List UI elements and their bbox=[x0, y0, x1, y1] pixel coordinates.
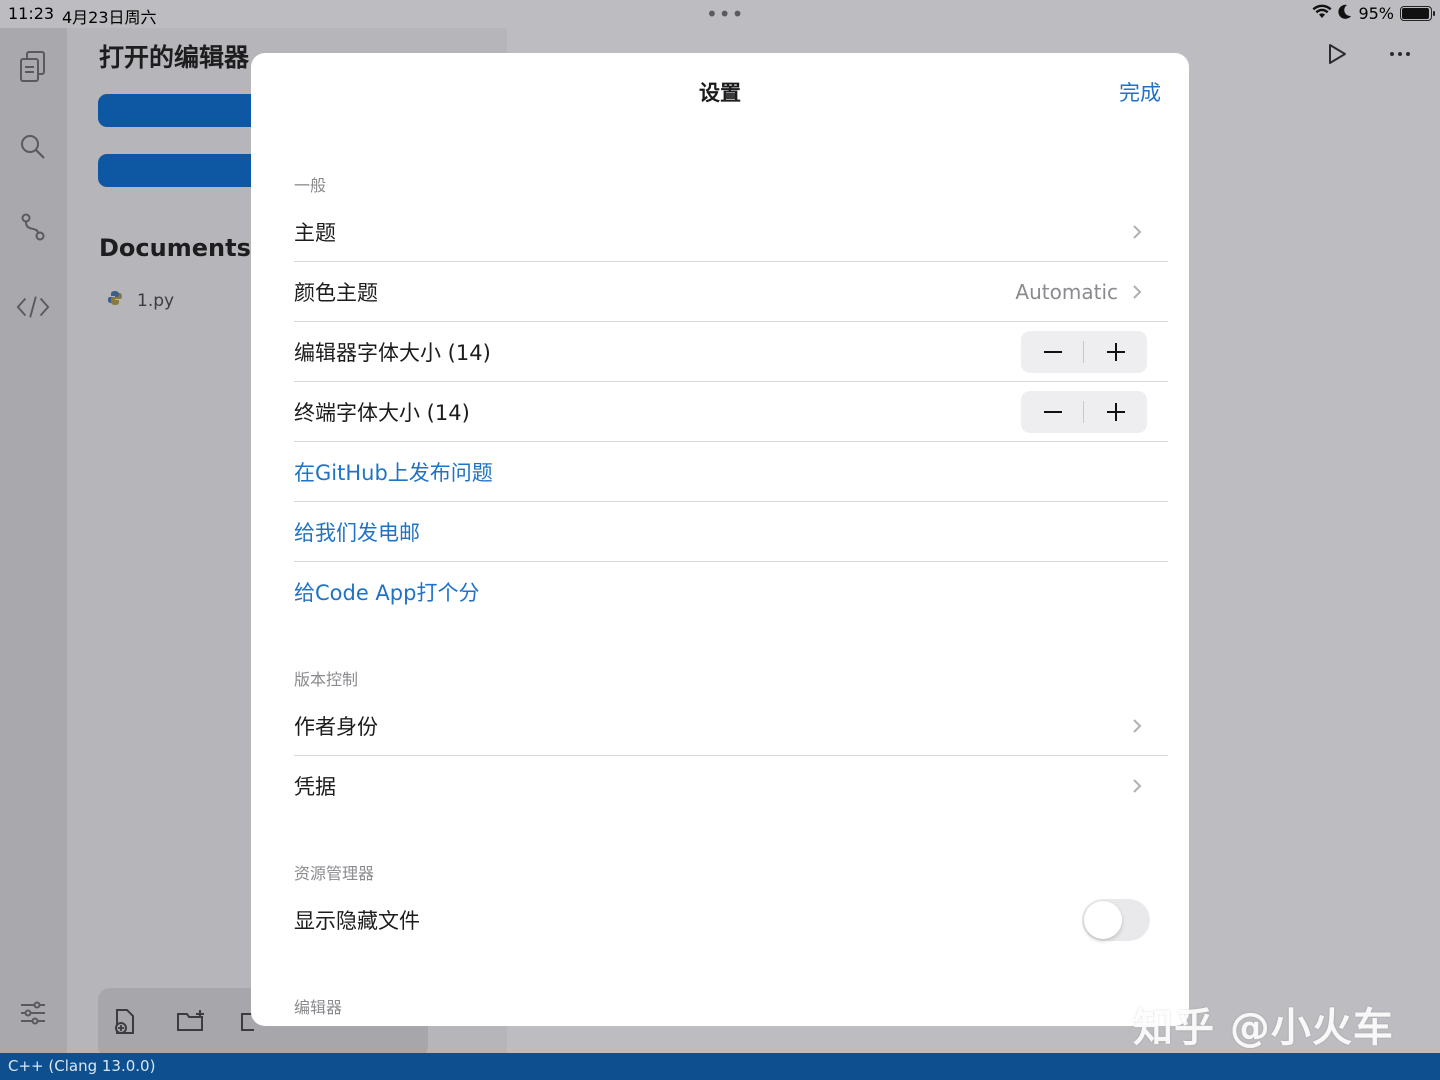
source-control-icon[interactable] bbox=[16, 210, 50, 244]
editor-font-size-label: 编辑器字体大小 (14) bbox=[294, 341, 491, 365]
status-bar-footer: C++ (Clang 13.0.0) bbox=[0, 1053, 1440, 1080]
version-control-section-header: 版本控制 bbox=[294, 670, 359, 689]
show-hidden-files-row: 显示隐藏文件 bbox=[294, 890, 1168, 950]
file-name: 1.py bbox=[137, 290, 175, 311]
editor-font-size-row: 编辑器字体大小 (14) bbox=[294, 322, 1168, 382]
author-identity-row[interactable]: 作者身份 bbox=[294, 696, 1168, 756]
editor-section-header: 编辑器 bbox=[294, 998, 343, 1017]
battery-percent: 95% bbox=[1358, 4, 1394, 23]
increment-button[interactable] bbox=[1084, 391, 1147, 433]
chevron-right-icon bbox=[1130, 779, 1144, 793]
file-item[interactable]: 1.py bbox=[107, 290, 174, 311]
settings-sliders-icon[interactable] bbox=[16, 996, 50, 1030]
terminal-font-size-row: 终端字体大小 (14) bbox=[294, 382, 1168, 442]
credentials-row[interactable]: 凭据 bbox=[294, 756, 1168, 816]
terminal-font-stepper bbox=[1021, 391, 1147, 433]
python-icon bbox=[107, 290, 123, 311]
increment-button[interactable] bbox=[1084, 331, 1147, 373]
run-icon[interactable] bbox=[1326, 42, 1348, 70]
decrement-button[interactable] bbox=[1021, 331, 1084, 373]
github-issue-link[interactable]: 在GitHub上发布问题 bbox=[294, 442, 1168, 502]
battery-icon bbox=[1400, 6, 1435, 21]
theme-row[interactable]: 主题 bbox=[294, 202, 1168, 262]
open-editors-title: 打开的编辑器 bbox=[99, 43, 250, 72]
color-theme-value: Automatic bbox=[1015, 280, 1118, 304]
chevron-right-icon bbox=[1130, 719, 1144, 733]
rate-app-link[interactable]: 给Code App打个分 bbox=[294, 562, 1168, 622]
explorer-section-header: 资源管理器 bbox=[294, 864, 375, 883]
new-folder-icon[interactable] bbox=[176, 1008, 208, 1038]
email-us-link[interactable]: 给我们发电邮 bbox=[294, 502, 1168, 562]
chevron-right-icon bbox=[1130, 285, 1144, 299]
email-us-label: 给我们发电邮 bbox=[294, 521, 420, 545]
wifi-icon bbox=[1312, 4, 1332, 23]
watermark: 知乎 @小火车 bbox=[1133, 1005, 1394, 1051]
credentials-label: 凭据 bbox=[294, 775, 336, 799]
code-icon[interactable] bbox=[16, 290, 50, 324]
color-theme-label: 颜色主题 bbox=[294, 281, 378, 305]
rate-app-label: 给Code App打个分 bbox=[294, 581, 480, 605]
editor-font-stepper bbox=[1021, 331, 1147, 373]
chevron-right-icon bbox=[1130, 225, 1144, 239]
show-hidden-files-label: 显示隐藏文件 bbox=[294, 909, 420, 933]
color-theme-row[interactable]: 颜色主题 Automatic bbox=[294, 262, 1168, 322]
moon-icon bbox=[1338, 4, 1352, 23]
show-hidden-files-toggle[interactable] bbox=[1082, 899, 1150, 941]
theme-label: 主题 bbox=[294, 221, 336, 245]
settings-title: 设置 bbox=[699, 81, 741, 105]
system-status-bar: 11:23 4月23日周六 ••• 95% bbox=[0, 0, 1440, 28]
more-icon[interactable] bbox=[1388, 42, 1412, 70]
general-section-header: 一般 bbox=[294, 176, 327, 195]
new-file-icon[interactable] bbox=[112, 1008, 144, 1038]
status-time: 11:23 bbox=[8, 4, 55, 23]
done-button[interactable]: 完成 bbox=[1119, 77, 1161, 107]
status-date: 4月23日周六 bbox=[62, 8, 157, 27]
language-indicator[interactable]: C++ (Clang 13.0.0) bbox=[8, 1057, 155, 1075]
multitasking-dots[interactable]: ••• bbox=[706, 2, 744, 26]
terminal-font-size-label: 终端字体大小 (14) bbox=[294, 401, 470, 425]
github-issue-label: 在GitHub上发布问题 bbox=[294, 461, 493, 485]
decrement-button[interactable] bbox=[1021, 391, 1084, 433]
activity-bar bbox=[0, 28, 67, 1053]
author-identity-label: 作者身份 bbox=[294, 715, 378, 739]
settings-modal: 设置 完成 一般 主题 颜色主题 Automatic 编辑器字体大小 (14) … bbox=[251, 53, 1189, 1026]
search-icon[interactable] bbox=[16, 130, 50, 164]
files-icon[interactable] bbox=[16, 50, 50, 84]
documents-section-title: Documents bbox=[99, 234, 251, 262]
